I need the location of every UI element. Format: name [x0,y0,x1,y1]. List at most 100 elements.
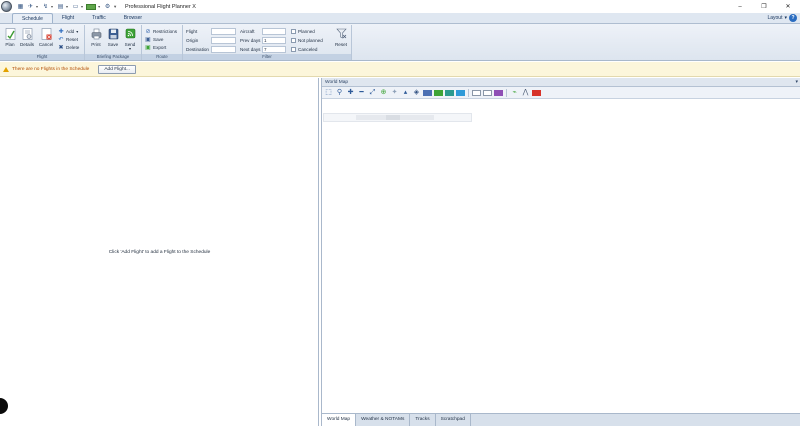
layout-label[interactable]: Layout [767,15,782,21]
tab-world-map[interactable]: World Map [322,414,357,426]
layout-menu[interactable]: Layout ▾ ? [767,13,800,23]
toolbar-separator [468,88,469,97]
zoom-in-icon[interactable]: ✚ [346,88,355,97]
add-flight-ribbon-button[interactable]: ✚ Add ▾ [58,28,78,35]
filter-canceled-checkbox[interactable]: Canceled [291,46,317,53]
qat-folder-dropdown-icon[interactable]: ▾ [81,4,83,9]
tab-tracks[interactable]: Tracks [410,414,436,426]
qat-settings-icon[interactable]: ⚙ [103,2,112,11]
purple-layer-icon[interactable] [494,89,503,96]
export-icon: ▣ [145,44,151,51]
planned-label: Planned [298,29,315,34]
close-button[interactable]: ✕ [776,0,800,13]
print-label: Print [91,42,101,47]
table-layer-icon[interactable] [483,89,492,96]
magnifier-icon[interactable]: ⚲ [335,88,344,97]
restrictions-button[interactable]: ⊘ Restrictions [145,28,177,35]
details-button[interactable]: Details [19,27,35,53]
save-route-label: Save [153,37,164,42]
filter-prev-days-label: Prev days [240,38,261,43]
select-tool-icon[interactable]: ⬚ [324,88,333,97]
qat-folder-icon[interactable]: ▭ [71,2,80,11]
qat-plane-dropdown-icon[interactable]: ▾ [36,4,38,9]
cancel-flight-button[interactable]: Cancel [38,27,54,53]
schedule-info-bar: There are no Flights in the Schedule Add… [0,62,800,77]
tab-weather-notams[interactable]: Weather & NOTAMs [356,414,411,426]
qat-plane-icon[interactable]: ✈ [26,2,35,11]
profile-tool-icon[interactable]: ⋀ [521,88,530,97]
help-icon[interactable]: ? [789,14,797,22]
map-layer-teal-icon[interactable] [445,89,454,96]
floppy-icon [108,28,118,40]
qat-route-dropdown-icon[interactable]: ▾ [51,4,53,9]
schedule-empty-message: Click 'Add Flight' to add a Flight to th… [108,250,211,255]
schedule-pane[interactable]: Click 'Add Flight' to add a Flight to th… [0,78,319,426]
red-layer-icon[interactable] [532,89,541,96]
zoom-extent-icon[interactable]: ⤢ [368,88,377,97]
navaid-icon[interactable]: ✦ [390,88,399,97]
grid-layer-icon[interactable] [472,89,481,96]
layout-dropdown-icon[interactable]: ▾ [784,15,787,21]
plan-icon [5,28,15,40]
restore-button[interactable]: ❐ [752,0,776,13]
filter-not-planned-checkbox[interactable]: Not planned [291,37,323,44]
filter-prev-days-input[interactable]: 1 [262,37,286,44]
save-briefing-button[interactable]: Save [105,27,121,53]
pin-panel-icon[interactable]: ▾ [795,78,798,87]
add-label: Add [66,29,75,34]
print-button[interactable]: Print [88,27,104,53]
qat-grid-icon[interactable]: ▦ [16,2,25,11]
window-controls: – ❐ ✕ [728,0,800,13]
add-flight-button[interactable]: Add Flight... [98,64,136,74]
qat-map-badge-icon[interactable] [86,3,97,10]
cancel-flight-label: Cancel [38,42,54,47]
tab-flight[interactable]: Flight [53,13,83,23]
plan-button[interactable]: Plan [2,27,18,53]
qat-document-dropdown-icon[interactable]: ▾ [66,4,68,9]
app-menu-orb-icon[interactable] [1,1,12,12]
tab-traffic[interactable]: Traffic [83,13,115,23]
tab-schedule[interactable]: Schedule [12,13,53,23]
route-tool-icon[interactable]: ⌁ [510,88,519,97]
send-button[interactable]: Send ▾ [122,27,138,53]
filter-planned-checkbox[interactable]: Planned [291,28,315,35]
world-map-canvas[interactable] [322,100,800,413]
filter-aircraft-input[interactable] [262,28,286,35]
filter-origin-input[interactable] [211,37,236,44]
filter-destination-input[interactable] [211,46,236,53]
not-planned-checkbox-box[interactable] [291,38,296,43]
airport-icon[interactable]: ▴ [401,88,410,97]
map-layer-green-icon[interactable] [434,89,443,96]
export-route-button[interactable]: ▣ Export [145,44,166,51]
minimize-button[interactable]: – [728,0,752,13]
layers-icon[interactable]: ◈ [412,88,421,97]
map-toolbar: ⬚ ⚲ ✚ ━ ⤢ ⊕ ✦ ▴ ◈ ⌁ ⋀ [322,87,800,99]
canceled-checkbox-box[interactable] [291,47,296,52]
window-title: Professional Flight Planner X [125,3,196,10]
reset-flight-button[interactable]: ↶ Reset [58,36,78,43]
zoom-out-icon[interactable]: ━ [357,88,366,97]
filter-next-days-input[interactable]: 7 [262,46,286,53]
ribbon-group-label-flight: Flight [0,54,84,60]
details-icon [22,28,32,40]
printer-icon [91,28,101,40]
tab-browser[interactable]: Browser [115,13,151,23]
filter-aircraft-label: Aircraft [240,29,255,34]
save-route-button[interactable]: ▣ Save [145,36,163,43]
map-layer-blue-icon[interactable] [423,89,432,96]
qat-customize-dropdown-icon[interactable]: ▼ [113,4,117,9]
qat-document-icon[interactable]: ▤ [56,2,65,11]
map-layer-cyan-icon[interactable] [456,89,465,96]
filter-flight-input[interactable] [211,28,236,35]
center-icon[interactable]: ⊕ [379,88,388,97]
planned-checkbox-box[interactable] [291,29,296,34]
restrictions-label: Restrictions [153,29,177,34]
filter-origin-label: Origin [186,38,199,43]
rss-send-icon [125,28,135,39]
qat-map-dropdown-icon[interactable]: ▾ [98,4,100,9]
qat-route-icon[interactable]: ↯ [41,2,50,11]
delete-flight-button[interactable]: ✖ Delete [58,44,79,51]
tab-scratchpad[interactable]: Scratchpad [436,414,471,426]
filter-reset-button[interactable]: Reset [333,27,349,53]
save-route-icon: ▣ [145,36,151,43]
